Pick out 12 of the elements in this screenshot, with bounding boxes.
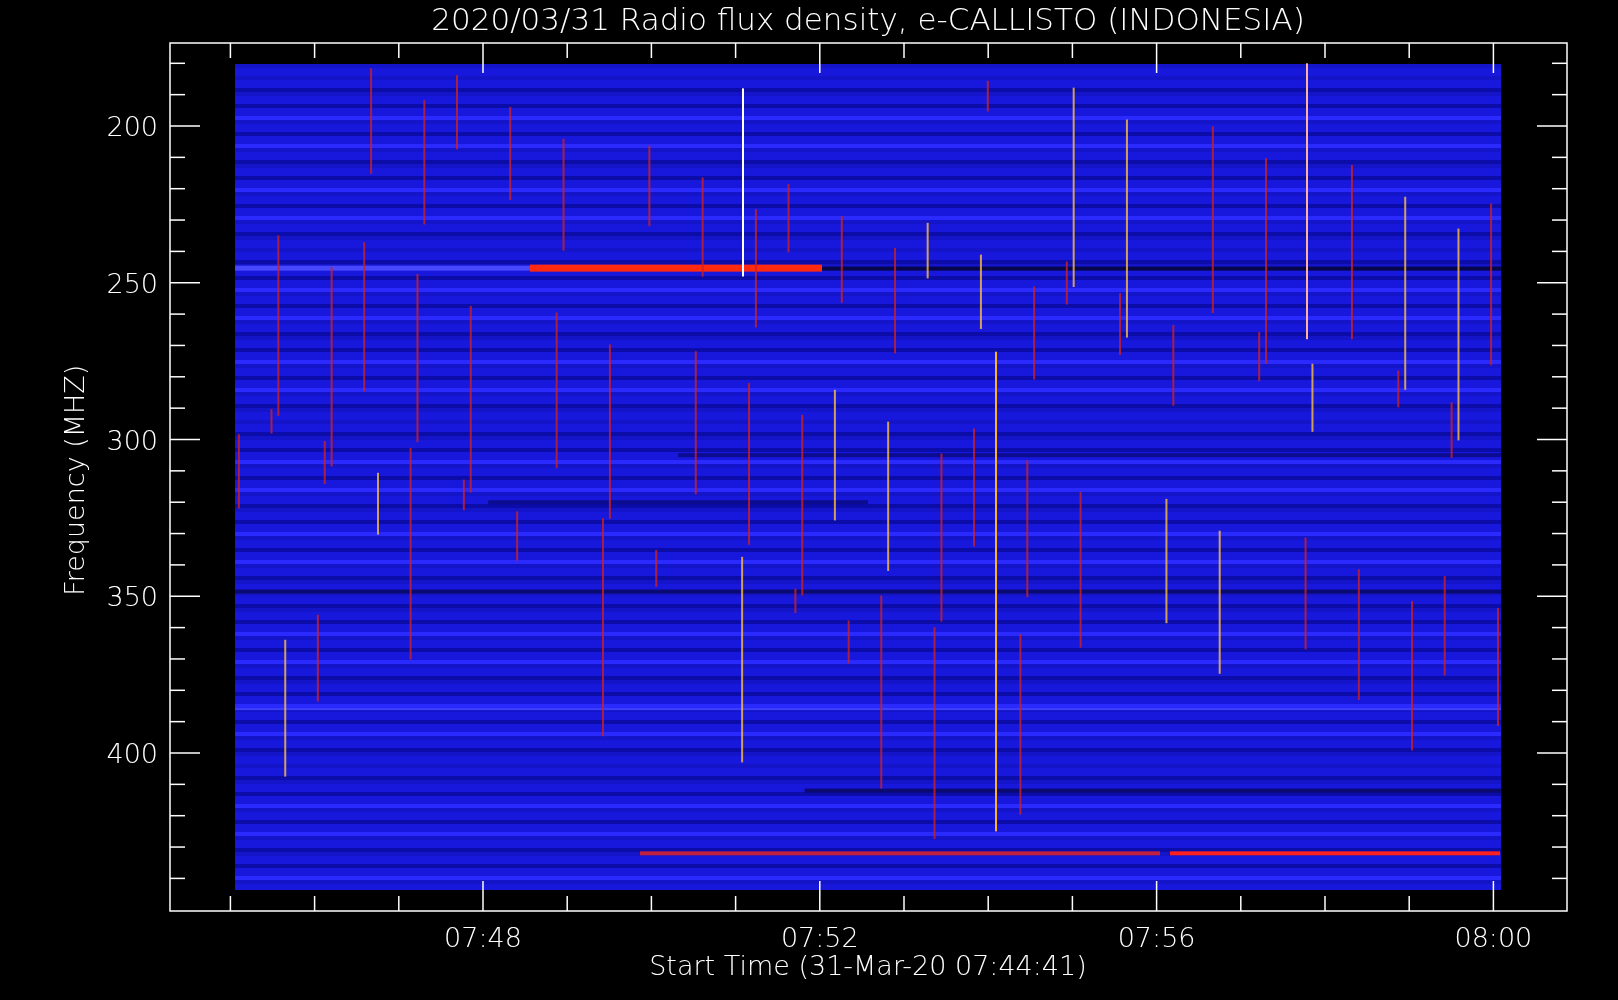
x-tick-label: 07:48	[444, 922, 522, 953]
plot-title: 2020/03/31 Radio flux density, e-CALLISTO (INDONESIA)	[431, 1, 1305, 37]
x-axis-title: Start Time (31-Mar-20 07:44:41)	[649, 950, 1087, 981]
y-tick-label: 400	[106, 738, 158, 769]
x-tick-label: 07:56	[1117, 922, 1196, 953]
y-axis-title: Frequency (MHZ)	[59, 364, 90, 596]
y-tick-label: 300	[106, 424, 158, 456]
y-tick-label: 200	[106, 111, 158, 142]
x-tick-label: 07:52	[780, 922, 859, 953]
x-tick-label: 08:00	[1454, 922, 1533, 953]
y-tick-label: 250	[106, 267, 158, 299]
y-tick-label: 350	[106, 581, 158, 613]
